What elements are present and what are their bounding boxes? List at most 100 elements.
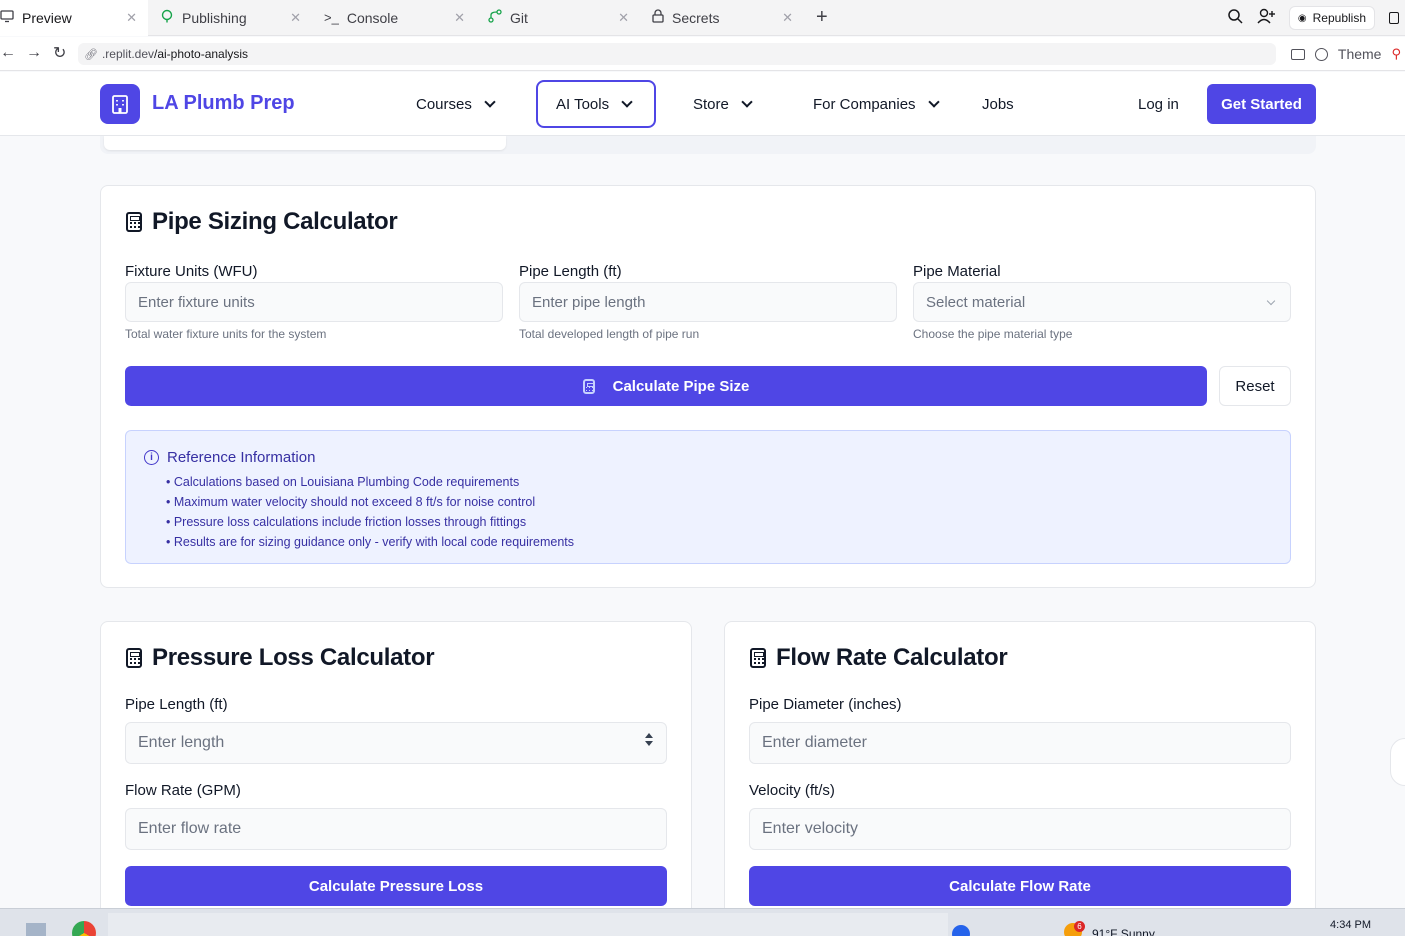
nav-label: Jobs xyxy=(982,95,1014,113)
chevron-down-icon xyxy=(484,96,496,108)
panel-icon[interactable] xyxy=(1389,12,1399,24)
pipe-material-select[interactable]: Select material xyxy=(913,282,1291,322)
tab-calculators[interactable] xyxy=(104,136,506,150)
floating-handle[interactable] xyxy=(1390,738,1405,786)
brand-name[interactable]: LA Plumb Prep xyxy=(152,92,295,115)
get-started-button[interactable]: Get Started xyxy=(1207,84,1316,124)
tab-publishing[interactable]: Publishing ✕ xyxy=(148,0,312,36)
url-input[interactable]: 🔗︎ .replit.dev/ai-photo-analysis xyxy=(78,43,1276,65)
tab-console[interactable]: >_ Console ✕ xyxy=(312,0,476,36)
invite-user-icon[interactable] xyxy=(1257,8,1275,29)
nav-jobs[interactable]: Jobs xyxy=(966,80,1030,128)
os-taskbar: 6 91°F Sunny 4:34 PM xyxy=(0,908,1405,936)
close-icon[interactable]: ✕ xyxy=(454,10,465,26)
calculate-pipe-size-button[interactable]: Calculate Pipe Size xyxy=(125,366,1207,406)
nav-for-companies[interactable]: For Companies xyxy=(797,80,954,128)
nav-label: For Companies xyxy=(813,95,916,113)
pipe-diameter-label: Pipe Diameter (inches) xyxy=(749,696,902,713)
tab-label: Publishing xyxy=(182,9,247,26)
forward-arrow-icon[interactable]: → xyxy=(26,44,42,62)
flow-rate-gpm-input[interactable] xyxy=(125,808,667,850)
calculate-pressure-loss-button[interactable]: Calculate Pressure Loss xyxy=(125,866,667,906)
calculator-icon xyxy=(750,648,766,668)
close-icon[interactable]: ✕ xyxy=(126,10,137,26)
theme-button[interactable]: Theme xyxy=(1338,46,1382,62)
url-path: /ai-photo-analysis xyxy=(154,47,249,61)
reference-title-text: Reference Information xyxy=(167,449,316,466)
close-icon[interactable]: ✕ xyxy=(782,10,793,26)
pipe-sizing-title: Pipe Sizing Calculator xyxy=(126,208,398,236)
pipe-length-input[interactable] xyxy=(519,282,897,322)
nav-label: Courses xyxy=(416,95,472,113)
nav-ai-tools[interactable]: AI Tools xyxy=(536,80,656,128)
url-domain: .replit.dev xyxy=(101,47,154,61)
devtools-icon[interactable]: ⚲ xyxy=(1391,46,1401,62)
help-icon[interactable] xyxy=(952,925,970,936)
weather-text: 91°F Sunny xyxy=(1092,927,1155,936)
select-value: Select material xyxy=(926,293,1026,311)
chrome-icon[interactable] xyxy=(72,921,96,936)
velocity-label: Velocity (ft/s) xyxy=(749,782,835,799)
chevron-down-icon xyxy=(741,96,753,108)
new-tab-plus-icon[interactable]: + xyxy=(816,6,828,29)
pipe-diameter-input[interactable] xyxy=(749,722,1291,764)
login-link[interactable]: Log in xyxy=(1138,96,1179,113)
tool-tabs xyxy=(100,136,1316,154)
devices-icon[interactable] xyxy=(1290,48,1305,60)
card-title-text: Flow Rate Calculator xyxy=(776,644,1008,671)
list-item: • Calculations based on Louisiana Plumbi… xyxy=(166,475,520,489)
republish-button[interactable]: ◉ Republish xyxy=(1288,6,1375,30)
reset-button[interactable]: Reset xyxy=(1219,366,1291,406)
reference-list: • Calculations based on Louisiana Plumbi… xyxy=(166,472,574,552)
info-icon: i xyxy=(144,450,159,465)
nav-courses[interactable]: Courses xyxy=(400,80,510,128)
terminal-icon: >_ xyxy=(324,10,339,25)
publish-icon xyxy=(160,9,174,26)
pipe-length-label: Pipe Length (ft) xyxy=(519,263,622,280)
search-icon[interactable] xyxy=(1227,8,1243,29)
reload-icon[interactable]: ↻ xyxy=(53,43,66,63)
card-title-text: Pressure Loss Calculator xyxy=(152,644,435,671)
tab-preview[interactable]: Preview ✕ xyxy=(0,0,148,36)
pressure-pipe-length-input[interactable] xyxy=(125,722,667,764)
number-stepper[interactable] xyxy=(645,733,653,746)
tab-secrets[interactable]: Secrets ✕ xyxy=(640,0,804,36)
tab-label: Git xyxy=(510,9,528,26)
tab-label: Preview xyxy=(22,9,72,26)
pressure-pipe-length-label: Pipe Length (ft) xyxy=(125,696,228,713)
building-logo-icon[interactable] xyxy=(100,84,140,124)
fixture-units-label: Fixture Units (WFU) xyxy=(125,263,258,280)
tab-label: Console xyxy=(346,9,399,26)
nav-label: AI Tools xyxy=(556,95,610,113)
git-icon xyxy=(488,9,502,26)
calculator-icon xyxy=(126,648,142,668)
back-arrow-icon[interactable]: ← xyxy=(0,44,16,62)
pressure-loss-title: Pressure Loss Calculator xyxy=(126,644,435,672)
reference-title: i Reference Information xyxy=(144,449,315,466)
taskbar-search-area[interactable] xyxy=(108,913,948,936)
ide-tab-bar: Preview ✕ Publishing ✕ >_ Console ✕ Git … xyxy=(0,0,1405,36)
fixture-units-help: Total water fixture units for the system xyxy=(125,327,327,341)
calculate-flow-rate-button[interactable]: Calculate Flow Rate xyxy=(749,866,1291,906)
close-icon[interactable]: ✕ xyxy=(290,10,301,26)
pipe-length-help: Total developed length of pipe run xyxy=(519,327,700,341)
tab-label: Secrets xyxy=(672,9,720,26)
close-icon[interactable]: ✕ xyxy=(618,10,629,26)
nav-store[interactable]: Store xyxy=(677,80,767,128)
card-title-text: Pipe Sizing Calculator xyxy=(152,208,398,235)
chevron-down-icon xyxy=(927,96,940,108)
address-bar: ← → ↻ 🔗︎ .replit.dev/ai-photo-analysis T… xyxy=(0,37,1405,71)
start-icon[interactable] xyxy=(26,923,46,936)
velocity-input[interactable] xyxy=(749,808,1291,850)
fixture-units-input[interactable] xyxy=(125,282,503,322)
list-item: • Results are for sizing guidance only -… xyxy=(166,535,575,549)
reference-info-box: i Reference Information • Calculations b… xyxy=(125,430,1291,564)
monitor-icon xyxy=(0,9,14,26)
tab-git[interactable]: Git ✕ xyxy=(476,0,640,36)
pipe-material-help: Choose the pipe material type xyxy=(913,327,1073,341)
pressure-pipe-length-wrapper xyxy=(125,722,667,764)
chevron-down-icon xyxy=(1266,296,1276,306)
list-item: • Pressure loss calculations include fri… xyxy=(166,515,527,529)
republish-label: Republish xyxy=(1312,11,1366,25)
nav-label: Store xyxy=(693,95,729,113)
